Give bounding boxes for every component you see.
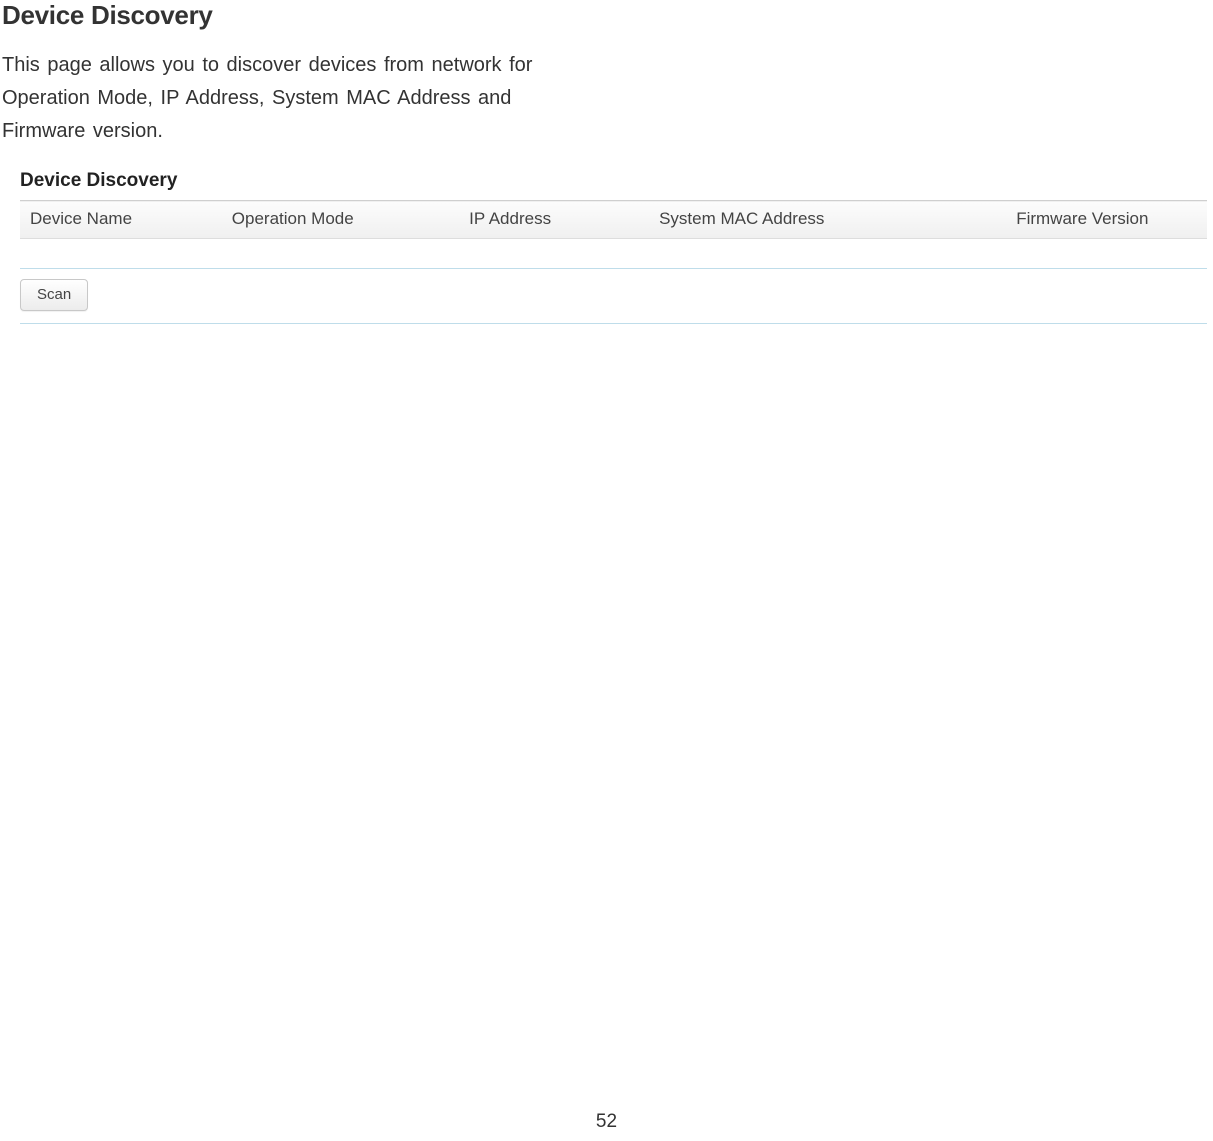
col-operation-mode: Operation Mode xyxy=(222,201,459,239)
page-title: Device Discovery xyxy=(0,0,1213,31)
col-ip-address: IP Address xyxy=(459,201,649,239)
button-row: Scan xyxy=(20,269,1207,324)
panel-heading: Device Discovery xyxy=(20,170,1207,192)
col-firmware-version: Firmware Version xyxy=(958,201,1207,239)
page-description: This page allows you to discover devices… xyxy=(0,49,580,148)
page-number: 52 xyxy=(596,1111,617,1133)
col-system-mac: System MAC Address xyxy=(649,201,958,239)
table-header-row: Device Name Operation Mode IP Address Sy… xyxy=(20,201,1207,239)
col-device-name: Device Name xyxy=(20,201,222,239)
device-discovery-panel: Device Discovery Device Name Operation M… xyxy=(20,170,1207,324)
scan-button[interactable]: Scan xyxy=(20,279,88,311)
discovery-table: Device Name Operation Mode IP Address Sy… xyxy=(20,200,1207,239)
table-empty-area xyxy=(20,239,1207,269)
